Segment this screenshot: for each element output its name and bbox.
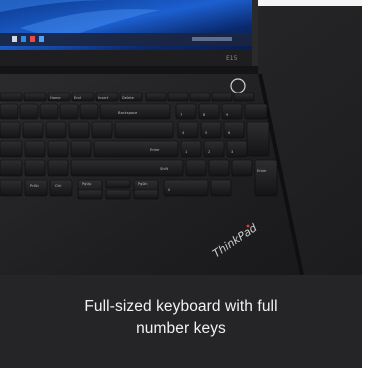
- key: [19, 103, 39, 120]
- model-label: E15: [226, 55, 238, 62]
- numpad-zero-key: [163, 179, 209, 197]
- key-legend-backspace: Backspace: [118, 111, 138, 115]
- key: [45, 121, 67, 139]
- key: [0, 159, 23, 177]
- key: [47, 159, 69, 177]
- key: [91, 121, 113, 139]
- key: [47, 140, 69, 158]
- enter-key: [93, 140, 179, 158]
- taskbar-tray: [192, 37, 232, 41]
- arrow-down-key: [105, 189, 131, 200]
- key: [24, 140, 46, 158]
- key: [22, 121, 44, 139]
- white-backdrop: [258, 0, 362, 6]
- key-legend-ctrl: Ctrl: [55, 184, 61, 188]
- numpad-key: [223, 121, 245, 139]
- key: [39, 103, 59, 120]
- key: [145, 92, 167, 102]
- key-legend-pgdn: PgDn: [138, 182, 148, 186]
- numpad-key: [185, 159, 207, 177]
- numpad-legend: 7: [180, 113, 182, 117]
- numpad-key: [175, 103, 197, 120]
- numpad-legend: 1: [185, 150, 187, 154]
- image-frame: E15 Home End Insert Delete Backspace Ent…: [0, 0, 376, 368]
- key: [79, 103, 99, 120]
- taskbar-start-icon: [12, 36, 17, 42]
- numpad-legend: 3: [231, 150, 233, 154]
- ctrl-key: [49, 179, 73, 197]
- feature-caption: Full-sized keyboard with full number key…: [0, 296, 362, 340]
- key: [167, 92, 189, 102]
- key: [0, 92, 23, 102]
- hinge: [0, 66, 258, 74]
- numpad-key: [203, 140, 225, 158]
- key-legend-delete: Delete: [122, 96, 135, 100]
- logo-indicator-dot: [246, 224, 250, 228]
- laptop-keyboard-photo: E15 Home End Insert Delete Backspace Ent…: [0, 0, 362, 275]
- key: [233, 92, 255, 102]
- numpad-legend: Enter: [257, 169, 267, 173]
- key: [0, 179, 23, 197]
- key-legend-pgup: PgUp: [82, 182, 92, 186]
- key: [114, 121, 174, 139]
- numpad-legend: 5: [205, 131, 207, 135]
- arrow-right-key: [133, 189, 159, 200]
- key: [23, 92, 47, 102]
- numpad-key: [226, 140, 248, 158]
- key-legend-home: Home: [50, 96, 61, 100]
- key: [70, 140, 92, 158]
- key-legend-insert: Insert: [98, 96, 109, 100]
- taskbar-app-icon: [21, 36, 26, 42]
- taskbar-app-icon: [39, 36, 44, 42]
- numpad-key: [221, 103, 243, 120]
- key-legend-end: End: [74, 96, 81, 100]
- numpad-key: [177, 121, 199, 139]
- numpad-legend: 2: [208, 150, 210, 154]
- caption-line-2: number keys: [136, 320, 226, 337]
- numpad-enter-key: [254, 159, 278, 197]
- key: [68, 121, 90, 139]
- key-legend-enter: Enter: [150, 148, 160, 152]
- key: [0, 121, 21, 139]
- key: [59, 103, 79, 120]
- numpad-key: [231, 159, 253, 177]
- product-feature-card: E15 Home End Insert Delete Backspace Ent…: [0, 0, 362, 368]
- lid-edge: [252, 0, 258, 66]
- caption-line-1: Full-sized keyboard with full: [84, 298, 278, 315]
- key-legend-shift: Shift: [160, 167, 169, 171]
- numpad-key: [180, 140, 202, 158]
- prtsc-key: [24, 179, 48, 197]
- numpad-key: [210, 179, 232, 197]
- numpad-key: [208, 159, 230, 177]
- key: [24, 159, 46, 177]
- key: [0, 103, 19, 120]
- key: [189, 92, 211, 102]
- key-legend-prtsc: PrtSc: [30, 184, 39, 188]
- taskbar-app-icon: [30, 36, 35, 42]
- key: [211, 92, 233, 102]
- arrow-left-key: [77, 189, 103, 200]
- key: [0, 140, 23, 158]
- numpad-plus-key: [246, 121, 270, 157]
- arrow-up-key: [105, 179, 131, 189]
- numpad-key: [198, 103, 220, 120]
- numpad-key: [244, 103, 268, 120]
- numpad-key: [200, 121, 222, 139]
